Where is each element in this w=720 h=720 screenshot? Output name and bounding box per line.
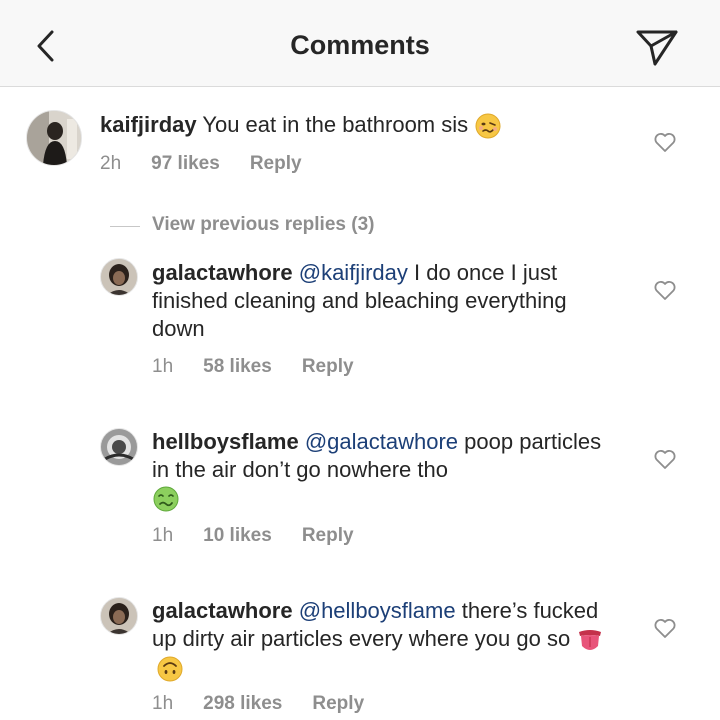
view-previous-label[interactable]: View previous replies (3) [152, 214, 374, 236]
paper-plane-icon[interactable] [634, 26, 680, 68]
heart-icon[interactable] [653, 279, 677, 301]
reply-button[interactable]: Reply [302, 356, 354, 377]
timestamp: 2h [100, 153, 122, 174]
tongue-emoji-icon [579, 630, 602, 651]
likes-count[interactable]: 58 likes [203, 356, 272, 377]
comment-body: You eat in the bathroom sis [196, 112, 475, 137]
likes-count[interactable]: 10 likes [203, 525, 272, 546]
likes-count[interactable]: 97 likes [151, 153, 220, 174]
reply-text: galactawhore @kaifjirday I do once I jus… [152, 259, 622, 343]
nauseated-face-icon [153, 486, 179, 512]
reply-meta: 1h 298 likes Reply [152, 693, 394, 715]
avatar-image [101, 598, 137, 634]
likes-count[interactable]: 298 likes [203, 693, 282, 714]
header-bar: Comments [0, 0, 720, 87]
reply-text: hellboysflame @galactawhore poop particl… [152, 428, 622, 513]
reply-button[interactable]: Reply [302, 525, 354, 546]
reply-text: galactawhore @hellboysflame there’s fuck… [152, 597, 622, 683]
heart-icon[interactable] [653, 131, 677, 153]
heart-icon[interactable] [653, 448, 677, 470]
comment-text: kaifjirday You eat in the bathroom sis [100, 111, 640, 140]
heart-icon[interactable] [653, 617, 677, 639]
upside-down-face-icon [157, 656, 183, 682]
mention-link[interactable]: @hellboysflame [299, 598, 456, 623]
reply-meta: 1h 58 likes Reply [152, 356, 384, 378]
reply-meta: 1h 10 likes Reply [152, 525, 384, 547]
avatar[interactable] [100, 258, 138, 296]
reply-button[interactable]: Reply [250, 153, 302, 174]
reply-username[interactable]: galactawhore [152, 260, 293, 285]
mention-link[interactable]: @galactawhore [305, 429, 458, 454]
page-title: Comments [290, 30, 430, 60]
reply-username[interactable]: hellboysflame [152, 429, 299, 454]
avatar[interactable] [100, 428, 138, 466]
reply-button[interactable]: Reply [312, 693, 364, 714]
mention-link[interactable]: @kaifjirday [299, 260, 408, 285]
avatar-image [101, 259, 137, 295]
reply-username[interactable]: galactawhore [152, 598, 293, 623]
timestamp: 1h [152, 693, 174, 714]
avatar-image [27, 111, 81, 165]
comment-username[interactable]: kaifjirday [100, 112, 197, 137]
avatar[interactable] [100, 597, 138, 635]
divider [110, 226, 140, 227]
avatar[interactable] [26, 110, 82, 166]
timestamp: 1h [152, 356, 174, 377]
avatar-image [101, 429, 137, 465]
comment-meta: 2h 97 likes Reply [100, 153, 332, 175]
timestamp: 1h [152, 525, 174, 546]
woozy-face-icon [475, 113, 501, 139]
